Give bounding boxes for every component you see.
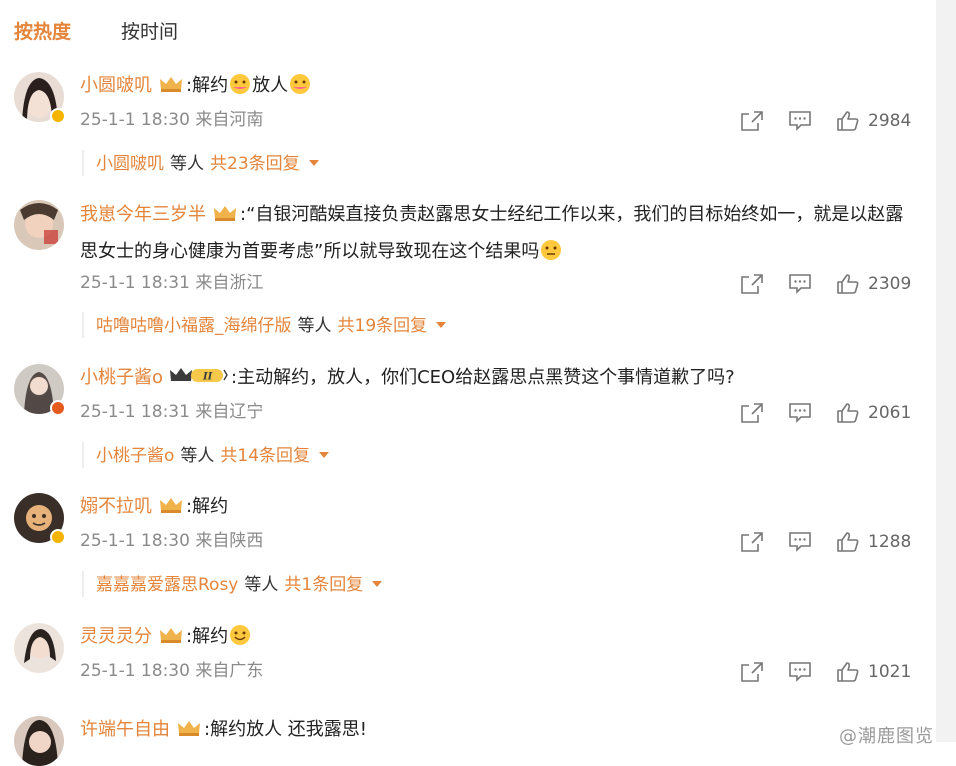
crown-icon: [158, 72, 184, 106]
comment-actions: 1288: [738, 529, 918, 555]
comment-icon[interactable]: [788, 531, 812, 557]
kiss-emoji-icon: [229, 73, 251, 107]
comment-meta: 25-1-1 18:30 来自陕西: [80, 529, 263, 553]
like-count: 1021: [868, 662, 912, 682]
like-icon[interactable]: [836, 402, 860, 428]
like-icon[interactable]: [836, 531, 860, 557]
level-badge-text: II: [202, 372, 213, 383]
comment-meta: 25-1-1 18:30 来自广东: [80, 659, 263, 683]
comment-content: 嫋不拉叽 :解约: [80, 490, 912, 527]
reply-summary[interactable]: 嘉嘉嘉爱露思Rosy 等人 共1条回复: [82, 571, 383, 597]
like-count: 1288: [868, 532, 912, 552]
comment-meta: 25-1-1 18:31 来自浙江: [80, 271, 263, 295]
verified-badge-icon: [50, 108, 66, 124]
like-count: 2984: [868, 111, 912, 131]
reply-summary[interactable]: 小桃子酱o 等人 共14条回复: [82, 442, 330, 468]
reply-summary[interactable]: 小圆啵叽 等人 共23条回复: [82, 150, 320, 176]
crown-icon: [212, 201, 238, 235]
comment-text: :主动解约，放人，你们CEO给赵露思点黑赞这个事情道歉了吗?: [231, 367, 735, 388]
crown-icon: [176, 716, 202, 750]
crown-icon: [158, 623, 184, 657]
comment-actions: 2061: [738, 400, 918, 426]
comment-meta: 25-1-1 18:31 来自辽宁: [80, 400, 263, 424]
comment-content: 许端午自由 :解约放人 还我露思!: [80, 713, 912, 750]
comment-meta: 25-1-1 18:30 来自河南: [80, 108, 263, 132]
share-icon[interactable]: [740, 531, 764, 557]
comment-content: 小桃子酱o II :主动解约，放人，你们CEO给赵露思点黑赞这个事情道歉了吗?: [80, 361, 912, 398]
smile-emoji-icon: [229, 624, 251, 658]
tab-sort-time[interactable]: 按时间: [121, 18, 178, 46]
comment-icon[interactable]: [788, 402, 812, 428]
comment-text: :解约: [186, 626, 229, 647]
avatar[interactable]: [14, 200, 64, 250]
watermark: @潮鹿图览: [839, 726, 934, 747]
share-icon[interactable]: [740, 110, 764, 136]
comment-actions: 1021: [738, 659, 918, 685]
comment-text: :解约: [186, 75, 229, 96]
reply-count[interactable]: 共19条回复: [338, 316, 428, 336]
comment-icon[interactable]: [788, 110, 812, 136]
comment-time: 25-1-1 18:31: [80, 402, 190, 422]
comment-actions: 2309: [738, 271, 918, 297]
comment-username[interactable]: 小圆啵叽: [80, 75, 152, 96]
comment-time: 25-1-1 18:30: [80, 110, 190, 130]
comment-content: 我崽今年三岁半:“自银河酷娱直接负责赵露思女士经纪工作以来，我们的目标始终如一，…: [80, 198, 912, 273]
caret-down-icon[interactable]: [308, 150, 320, 174]
like-count: 2309: [868, 274, 912, 294]
comment-location: 来自陕西: [195, 531, 264, 551]
avatar[interactable]: [14, 623, 64, 673]
reply-username[interactable]: 小圆啵叽: [96, 154, 164, 174]
thinking-emoji-icon: [540, 239, 562, 273]
reply-count[interactable]: 共1条回复: [284, 575, 363, 595]
tab-sort-hot[interactable]: 按热度: [14, 18, 71, 46]
verified-badge-icon: [50, 529, 66, 545]
comment-icon[interactable]: [788, 661, 812, 687]
comment-content: 灵灵灵分 :解约: [80, 620, 912, 658]
comment-text: :解约放人 还我露思!: [204, 719, 368, 740]
comment-location: 来自广东: [195, 661, 264, 681]
like-icon[interactable]: [836, 661, 860, 687]
comment-location: 来自辽宁: [195, 402, 264, 422]
reply-etc: 等人: [297, 316, 332, 336]
caret-down-icon[interactable]: [318, 442, 330, 466]
like-icon[interactable]: [836, 273, 860, 299]
verified-badge-icon: [50, 400, 66, 416]
scrollbar[interactable]: [936, 0, 956, 742]
comment-time: 25-1-1 18:30: [80, 531, 190, 551]
like-icon[interactable]: [836, 110, 860, 136]
comment-content: 小圆啵叽 :解约 放人: [80, 69, 912, 107]
crown-badge-icon: II: [169, 364, 229, 398]
comment-username[interactable]: 我崽今年三岁半: [80, 204, 206, 225]
share-icon[interactable]: [740, 273, 764, 299]
comment-text-2: 放人: [252, 75, 289, 96]
caret-down-icon[interactable]: [371, 571, 383, 595]
comment-username[interactable]: 嫋不拉叽: [80, 496, 152, 517]
reply-count[interactable]: 共14条回复: [220, 446, 310, 466]
comment-username[interactable]: 许端午自由: [80, 719, 170, 740]
caret-down-icon[interactable]: [435, 312, 447, 336]
reply-username[interactable]: 咕噜咕噜小福露_海绵仔版: [96, 316, 292, 336]
kiss-emoji-icon: [289, 73, 311, 107]
comment-text: :解约: [186, 496, 229, 517]
reply-etc: 等人: [170, 154, 204, 174]
comment-location: 来自河南: [195, 110, 264, 130]
comment-actions: 2984: [738, 108, 918, 134]
share-icon[interactable]: [740, 661, 764, 687]
reply-username[interactable]: 嘉嘉嘉爱露思Rosy: [96, 575, 238, 595]
comment-location: 来自浙江: [195, 273, 264, 293]
reply-count[interactable]: 共23条回复: [210, 154, 300, 174]
crown-icon: [158, 493, 184, 527]
reply-username[interactable]: 小桃子酱o: [96, 446, 174, 466]
comment-time: 25-1-1 18:31: [80, 273, 190, 293]
reply-etc: 等人: [180, 446, 215, 466]
avatar[interactable]: [14, 716, 64, 766]
comment-time: 25-1-1 18:30: [80, 661, 190, 681]
comment-username[interactable]: 灵灵灵分: [80, 626, 152, 647]
share-icon[interactable]: [740, 402, 764, 428]
comment-username[interactable]: 小桃子酱o: [80, 367, 163, 388]
like-count: 2061: [868, 403, 912, 423]
reply-etc: 等人: [244, 575, 279, 595]
comment-icon[interactable]: [788, 273, 812, 299]
reply-summary[interactable]: 咕噜咕噜小福露_海绵仔版 等人 共19条回复: [82, 312, 447, 338]
